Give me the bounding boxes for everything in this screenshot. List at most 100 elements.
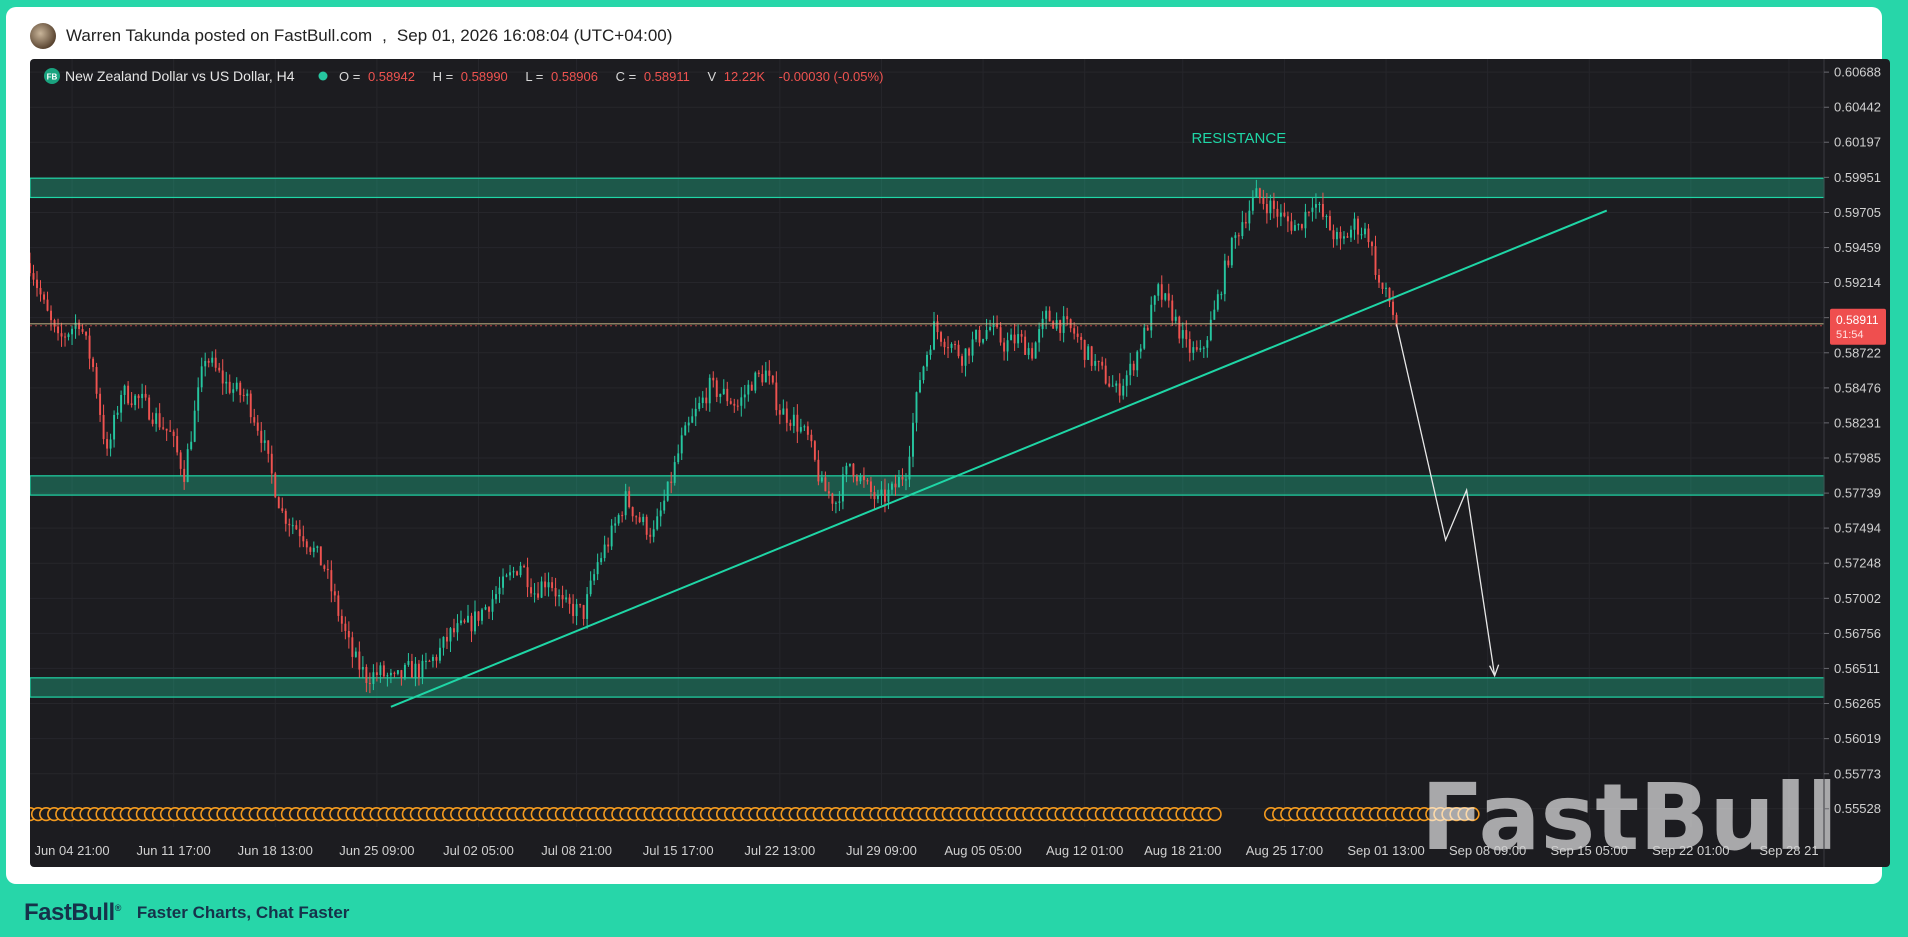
candle[interactable] <box>631 506 634 522</box>
candle[interactable] <box>1343 231 1345 245</box>
candle[interactable] <box>460 610 462 626</box>
candle[interactable] <box>596 553 599 581</box>
candle[interactable] <box>635 515 638 525</box>
candle[interactable] <box>67 332 70 341</box>
candle[interactable] <box>442 636 445 656</box>
candle[interactable] <box>1307 211 1310 217</box>
candle[interactable] <box>638 511 641 524</box>
candle[interactable] <box>410 653 413 678</box>
candle[interactable] <box>1125 370 1128 397</box>
candle[interactable] <box>179 450 182 476</box>
candle[interactable] <box>1178 315 1181 344</box>
candle[interactable] <box>298 520 301 548</box>
candle[interactable] <box>961 353 964 373</box>
candle[interactable] <box>1367 223 1370 248</box>
price-chart[interactable]: RESISTANCE FastBull Jun 04 21:00 Jun 11 1… <box>30 59 1890 867</box>
candle[interactable] <box>1339 226 1342 250</box>
chart-panel[interactable]: RESISTANCE FastBull Jun 04 21:00 Jun 11 1… <box>30 59 1890 867</box>
candle[interactable] <box>768 360 771 385</box>
candle[interactable] <box>207 358 210 368</box>
candle[interactable] <box>656 508 659 531</box>
candle[interactable] <box>1300 223 1303 231</box>
candle[interactable] <box>771 375 774 385</box>
candle[interactable] <box>726 381 729 407</box>
candle[interactable] <box>1083 339 1086 368</box>
candle[interactable] <box>617 513 620 526</box>
candle[interactable] <box>277 496 280 509</box>
author-avatar[interactable] <box>30 23 56 49</box>
candle[interactable] <box>1364 222 1366 238</box>
candle[interactable] <box>438 638 441 664</box>
candle[interactable] <box>330 560 333 603</box>
candle[interactable] <box>796 404 799 444</box>
candle[interactable] <box>1381 282 1384 294</box>
candle[interactable] <box>148 394 151 421</box>
candle[interactable] <box>1052 320 1055 329</box>
candle[interactable] <box>530 578 533 598</box>
candle[interactable] <box>474 600 476 635</box>
candle[interactable] <box>652 520 655 543</box>
candle[interactable] <box>579 603 582 608</box>
candle[interactable] <box>936 314 939 340</box>
candle[interactable] <box>46 291 49 312</box>
candle[interactable] <box>1213 300 1216 320</box>
trendline[interactable] <box>390 209 1608 708</box>
candle[interactable] <box>1055 312 1058 331</box>
candle[interactable] <box>477 611 480 627</box>
candle[interactable] <box>1230 236 1233 268</box>
candle[interactable] <box>810 429 813 448</box>
candle[interactable] <box>950 342 953 353</box>
candle[interactable] <box>316 545 319 553</box>
candle[interactable] <box>1108 376 1111 388</box>
candle[interactable] <box>302 525 305 548</box>
candle[interactable] <box>1034 341 1037 359</box>
candle[interactable] <box>64 332 67 347</box>
candle[interactable] <box>123 384 126 405</box>
candle[interactable] <box>982 338 985 345</box>
candle[interactable] <box>393 671 396 678</box>
candle[interactable] <box>954 340 956 350</box>
candle[interactable] <box>1097 360 1100 372</box>
candle[interactable] <box>926 351 928 372</box>
candle[interactable] <box>540 576 543 599</box>
candle[interactable] <box>193 400 196 443</box>
candle[interactable] <box>593 568 596 585</box>
candle[interactable] <box>1073 322 1076 340</box>
candle[interactable] <box>824 471 827 492</box>
candle[interactable] <box>621 511 624 523</box>
candle[interactable] <box>305 538 308 555</box>
candle[interactable] <box>701 391 704 409</box>
candle[interactable] <box>113 410 116 448</box>
candle[interactable] <box>568 593 571 614</box>
candle[interactable] <box>30 252 31 277</box>
candle[interactable] <box>337 590 340 622</box>
candle[interactable] <box>446 627 448 650</box>
candle[interactable] <box>666 481 669 502</box>
candle[interactable] <box>39 280 42 302</box>
candle[interactable] <box>1059 319 1062 341</box>
candle[interactable] <box>1111 375 1114 387</box>
candle[interactable] <box>715 377 718 403</box>
candle[interactable] <box>50 305 52 331</box>
candle[interactable] <box>127 381 130 406</box>
candle[interactable] <box>1150 296 1153 338</box>
candle[interactable] <box>537 582 540 600</box>
candle[interactable] <box>1048 306 1051 322</box>
candle[interactable] <box>1192 341 1195 361</box>
candle[interactable] <box>130 392 133 408</box>
candle[interactable] <box>743 384 746 409</box>
candle[interactable] <box>964 348 967 377</box>
candle[interactable] <box>1293 219 1296 232</box>
candle[interactable] <box>992 315 995 336</box>
candle[interactable] <box>92 356 95 372</box>
candle[interactable] <box>351 631 354 668</box>
candle[interactable] <box>431 654 434 668</box>
candle[interactable] <box>978 325 981 347</box>
candle[interactable] <box>1157 282 1160 301</box>
candle[interactable] <box>544 572 547 596</box>
candle[interactable] <box>246 389 249 405</box>
candle[interactable] <box>919 372 921 394</box>
candle[interactable] <box>1080 333 1083 350</box>
candle[interactable] <box>831 492 834 511</box>
candle[interactable] <box>912 412 914 468</box>
